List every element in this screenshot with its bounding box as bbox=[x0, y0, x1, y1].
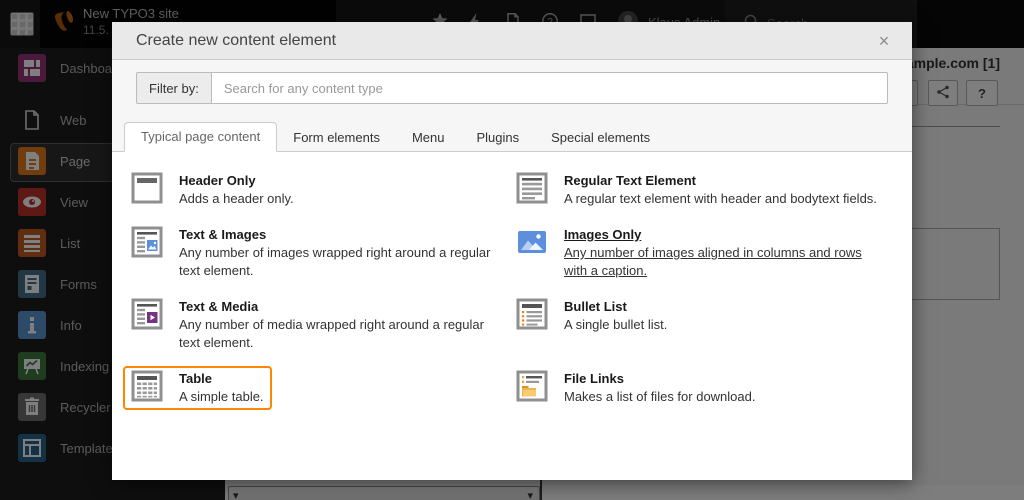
content-type-search-input[interactable] bbox=[211, 72, 888, 104]
item-description: Any number of images wrapped right aroun… bbox=[179, 244, 500, 280]
item-description: A single bullet list. bbox=[564, 316, 667, 334]
tab-plugins[interactable]: Plugins bbox=[460, 124, 535, 152]
item-description: Makes a list of files for download. bbox=[564, 388, 755, 406]
content-element-text-images[interactable]: Text & Images Any number of images wrapp… bbox=[123, 222, 508, 284]
filter-section: Filter by: bbox=[112, 60, 912, 124]
tab-form-elements[interactable]: Form elements bbox=[277, 124, 396, 152]
tab-menu[interactable]: Menu bbox=[396, 124, 461, 152]
item-description: Any number of media wrapped right around… bbox=[179, 316, 500, 352]
filter-input-group: Filter by: bbox=[136, 72, 888, 104]
content-element-images-only[interactable]: Images Only Any number of images aligned… bbox=[508, 222, 893, 284]
item-description: Adds a header only. bbox=[179, 190, 294, 208]
text-media-icon bbox=[131, 298, 163, 330]
filter-label: Filter by: bbox=[136, 72, 211, 104]
modal-content: Header Only Adds a header only. Regular … bbox=[112, 152, 912, 480]
modal-tabs: Typical page content Form elements Menu … bbox=[112, 124, 912, 152]
bullet-list-icon bbox=[516, 298, 548, 330]
item-title: Text & Images bbox=[179, 226, 500, 244]
item-title: Table bbox=[179, 370, 264, 388]
content-element-header-only[interactable]: Header Only Adds a header only. bbox=[123, 168, 302, 212]
tab-typical-page-content[interactable]: Typical page content bbox=[124, 122, 277, 152]
content-element-regular-text[interactable]: Regular Text Element A regular text elem… bbox=[508, 168, 885, 212]
file-links-icon bbox=[516, 370, 548, 402]
content-element-table[interactable]: Table A simple table. bbox=[123, 366, 272, 410]
typo3-backend: New TYPO3 site 11.5. ? Klaus Admin Searc… bbox=[0, 0, 1024, 500]
item-description: Any number of images aligned in columns … bbox=[564, 244, 885, 280]
item-title: Header Only bbox=[179, 172, 294, 190]
content-element-grid: Header Only Adds a header only. Regular … bbox=[123, 168, 901, 410]
header-only-icon bbox=[131, 172, 163, 204]
content-element-bullet-list[interactable]: Bullet List A single bullet list. bbox=[508, 294, 675, 338]
item-title: Bullet List bbox=[564, 298, 667, 316]
content-element-file-links[interactable]: File Links Makes a list of files for dow… bbox=[508, 366, 763, 410]
text-images-icon bbox=[131, 226, 163, 258]
modal-title: Create new content element bbox=[136, 32, 336, 50]
modal-header: Create new content element × bbox=[112, 22, 912, 60]
tab-special-elements[interactable]: Special elements bbox=[535, 124, 666, 152]
content-element-text-media[interactable]: Text & Media Any number of media wrapped… bbox=[123, 294, 508, 356]
text-element-icon bbox=[516, 172, 548, 204]
table-icon bbox=[131, 370, 163, 402]
item-title: File Links bbox=[564, 370, 755, 388]
item-description: A regular text element with header and b… bbox=[564, 190, 877, 208]
new-content-element-modal: Create new content element × Filter by: … bbox=[112, 22, 912, 480]
item-description: A simple table. bbox=[179, 388, 264, 406]
close-icon[interactable]: × bbox=[872, 29, 896, 53]
item-title: Regular Text Element bbox=[564, 172, 877, 190]
item-title: Images Only bbox=[564, 226, 885, 244]
images-only-icon bbox=[516, 226, 548, 258]
item-title: Text & Media bbox=[179, 298, 500, 316]
